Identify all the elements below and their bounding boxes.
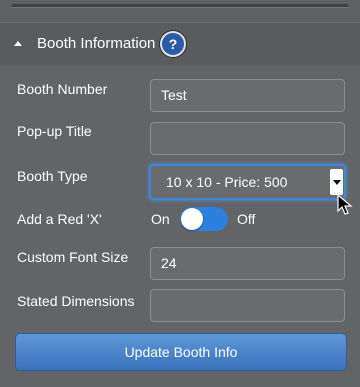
popup-title-label: Pop-up Title [17,123,92,139]
section-title: Booth Information [37,35,156,52]
custom-font-size-label: Custom Font Size [17,249,129,265]
caret-up-icon[interactable] [14,41,22,46]
popup-title-input[interactable] [150,122,345,155]
dropdown-button[interactable] [330,169,343,195]
booth-type-selected-value: 10 x 10 - Price: 500 [166,174,288,190]
chevron-down-icon [333,180,341,185]
top-divider [12,4,348,8]
booth-type-select[interactable]: 10 x 10 - Price: 500 [149,164,346,200]
stated-dimensions-input[interactable] [150,289,345,322]
section-header[interactable]: Booth Information ? [0,22,360,66]
red-x-off-label: Off [237,211,256,227]
help-icon[interactable]: ? [160,31,186,57]
top-strip [0,0,360,22]
custom-font-size-input[interactable]: 24 [150,247,345,280]
toggle-knob[interactable] [181,208,203,230]
mouse-pointer-icon [337,194,353,215]
red-x-label: Add a Red 'X' [17,211,102,227]
red-x-toggle[interactable] [180,207,228,231]
stated-dimensions-label: Stated Dimensions [17,293,135,309]
booth-info-panel: Booth Information ? Booth Number Test Po… [0,0,360,387]
booth-number-input[interactable]: Test [150,79,345,112]
booth-type-label: Booth Type [17,168,88,184]
update-booth-info-button[interactable]: Update Booth Info [15,333,347,371]
booth-number-label: Booth Number [17,81,108,97]
red-x-on-label: On [151,211,170,227]
